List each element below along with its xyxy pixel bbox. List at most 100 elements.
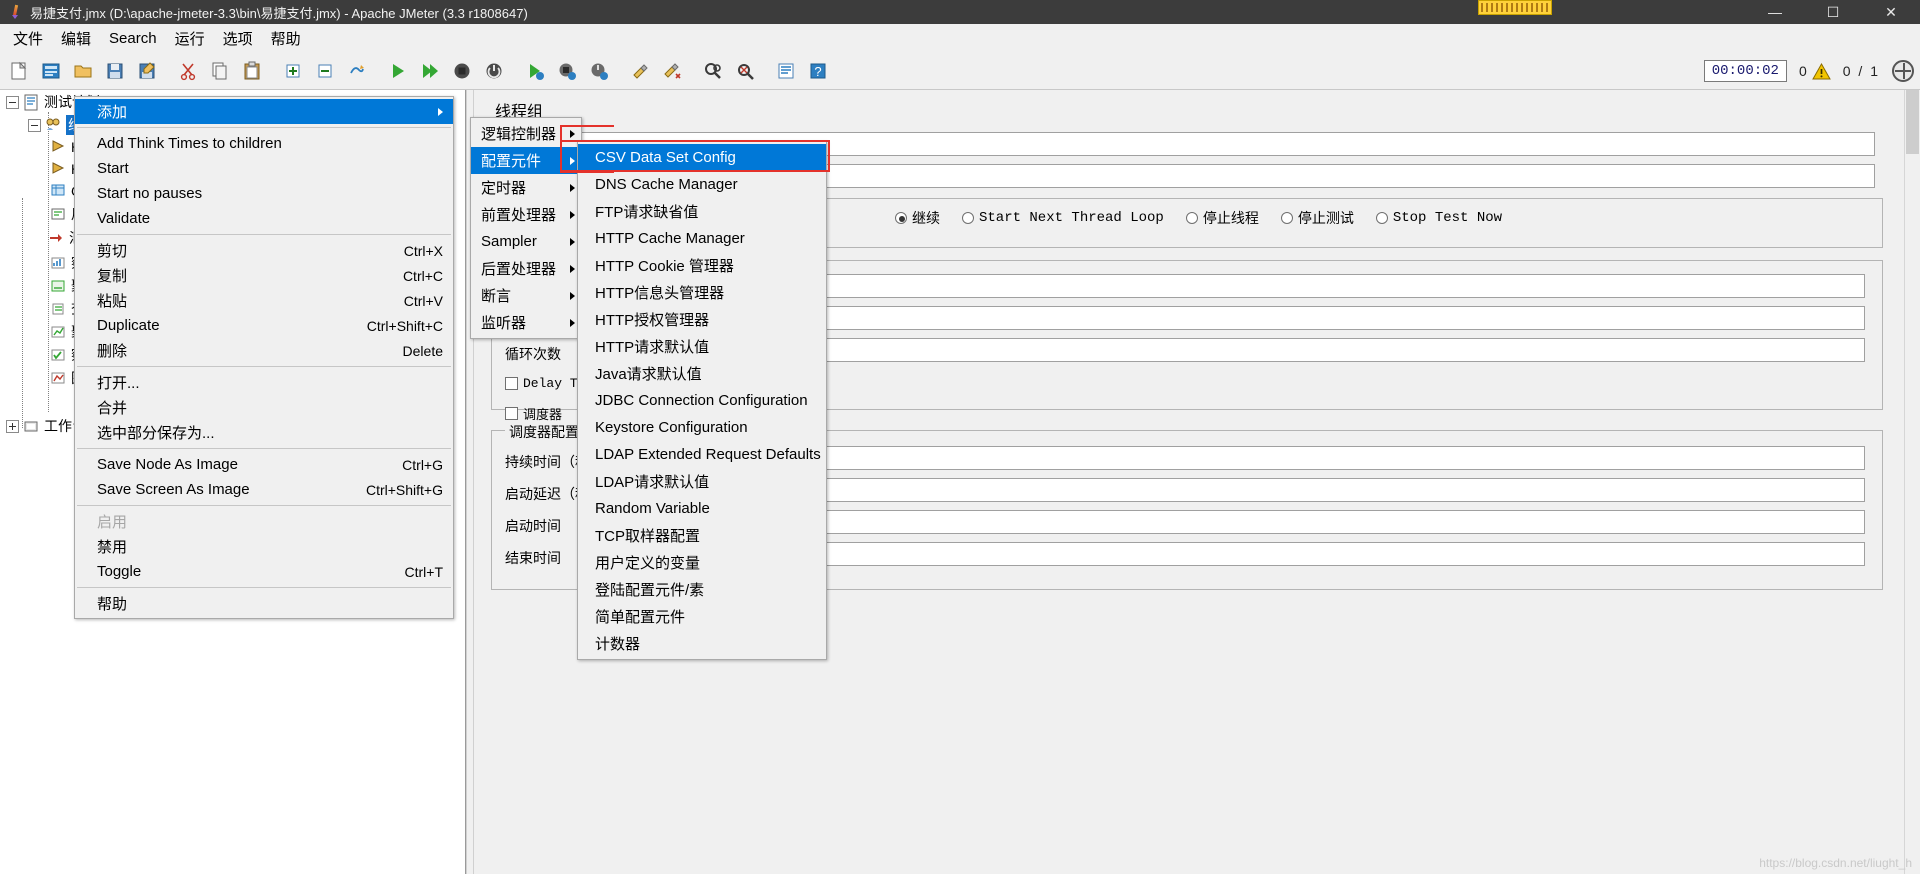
rampup-input[interactable]: 1 (675, 306, 1865, 330)
add-submenu[interactable]: 逻辑控制器 配置元件 定时器 前置处理器 Sampler 后置处理器 断言 监听… (470, 117, 582, 339)
remote-stop-all-icon[interactable] (552, 56, 582, 86)
add-item-timer[interactable]: 定时器 (471, 174, 581, 201)
open-icon[interactable] (68, 56, 98, 86)
config-element-submenu[interactable]: CSV Data Set Config DNS Cache Manager FT… (577, 141, 827, 660)
add-item-config-element[interactable]: 配置元件 (471, 147, 581, 174)
help-icon[interactable]: ? (803, 56, 833, 86)
expander-icon[interactable] (6, 95, 19, 109)
remote-start-all-icon[interactable] (520, 56, 550, 86)
context-item-paste[interactable]: 粘贴 Ctrl+V (75, 288, 453, 313)
save-icon[interactable] (100, 56, 130, 86)
expand-all-icon[interactable] (278, 56, 308, 86)
menu-edit[interactable]: 编辑 (52, 25, 100, 52)
stop-icon[interactable] (447, 56, 477, 86)
add-item-sampler[interactable]: Sampler (471, 228, 581, 255)
tree-context-menu[interactable]: 添加 Add Think Times to children Start Sta… (74, 96, 454, 619)
toggle-icon[interactable] (342, 56, 372, 86)
minimize-button[interactable]: — (1746, 0, 1804, 24)
save-as-icon[interactable] (132, 56, 162, 86)
context-item-duplicate[interactable]: Duplicate Ctrl+Shift+C (75, 313, 453, 338)
scrollbar-thumb[interactable] (1906, 90, 1919, 154)
paste-icon[interactable] (237, 56, 267, 86)
loop-count-input[interactable]: 1 (675, 338, 1865, 362)
maximize-button[interactable]: ☐ (1804, 0, 1862, 24)
add-item-pre-processor[interactable]: 前置处理器 (471, 201, 581, 228)
end-time-input[interactable]: 2019/01/08 10:18:23 (675, 542, 1865, 566)
expander-icon[interactable] (6, 419, 19, 433)
collapse-all-icon[interactable] (310, 56, 340, 86)
config-item-jdbc-connection-configuration[interactable]: JDBC Connection Configuration (578, 387, 826, 414)
start-icon[interactable] (383, 56, 413, 86)
config-item-http-cookie-manager[interactable]: HTTP Cookie 管理器 (578, 252, 826, 279)
config-item-http-authorization-manager[interactable]: HTTP授权管理器 (578, 306, 826, 333)
add-item-logic-controller[interactable]: 逻辑控制器 (471, 120, 581, 147)
clear-all-icon[interactable] (657, 56, 687, 86)
context-item-toggle[interactable]: Toggle Ctrl+T (75, 559, 453, 584)
search-reset-icon[interactable] (730, 56, 760, 86)
context-item-copy[interactable]: 复制 Ctrl+C (75, 263, 453, 288)
clear-icon[interactable] (625, 56, 655, 86)
new-icon[interactable] (4, 56, 34, 86)
radio-stop-thread[interactable]: 停止线程 (1185, 208, 1259, 228)
config-item-simple-config-element[interactable]: 简单配置元件 (578, 603, 826, 630)
remote-shutdown-all-icon[interactable] (584, 56, 614, 86)
config-item-tcp-sampler-config[interactable]: TCP取样器配置 (578, 522, 826, 549)
context-item-start[interactable]: Start (75, 156, 453, 181)
config-item-http-header-manager[interactable]: HTTP信息头管理器 (578, 279, 826, 306)
thread-count-input[interactable]: 1 (675, 274, 1865, 298)
config-item-ldap-extended-request-defaults[interactable]: LDAP Extended Request Defaults (578, 441, 826, 468)
menu-file[interactable]: 文件 (4, 25, 52, 52)
config-item-dns-cache-manager[interactable]: DNS Cache Manager (578, 171, 826, 198)
templates-icon[interactable] (36, 56, 66, 86)
menu-help[interactable]: 帮助 (262, 25, 310, 52)
warning-status[interactable]: 0 (1799, 62, 1831, 80)
startup-delay-input[interactable] (675, 478, 1865, 502)
context-item-save-screen-as-image[interactable]: Save Screen As Image Ctrl+Shift+G (75, 477, 453, 502)
config-item-http-cache-manager[interactable]: HTTP Cache Manager (578, 225, 826, 252)
context-item-delete[interactable]: 删除 Delete (75, 338, 453, 363)
config-item-ftp-request-defaults[interactable]: FTP请求缺省值 (578, 198, 826, 225)
search-icon[interactable] (698, 56, 728, 86)
config-item-random-variable[interactable]: Random Variable (578, 495, 826, 522)
add-item-listener[interactable]: 监听器 (471, 309, 581, 336)
right-panel-scrollbar[interactable] (1904, 90, 1920, 874)
copy-icon[interactable] (205, 56, 235, 86)
radio-stop-test[interactable]: 停止测试 (1280, 208, 1354, 228)
menu-search[interactable]: Search (100, 27, 166, 50)
menu-run[interactable]: 运行 (166, 25, 214, 52)
config-item-keystore-configuration[interactable]: Keystore Configuration (578, 414, 826, 441)
config-item-http-request-defaults[interactable]: HTTP请求默认值 (578, 333, 826, 360)
start-no-pauses-icon[interactable] (415, 56, 445, 86)
menu-options[interactable]: 选项 (214, 25, 262, 52)
radio-stop-test-now[interactable]: Stop Test Now (1375, 210, 1502, 226)
add-item-assertion[interactable]: 断言 (471, 282, 581, 309)
context-item-open[interactable]: 打开... (75, 370, 453, 395)
context-item-save-node-as-image[interactable]: Save Node As Image Ctrl+G (75, 452, 453, 477)
scheduler-check[interactable]: 调度器 (505, 404, 562, 423)
config-item-counter[interactable]: 计数器 (578, 630, 826, 657)
config-item-java-request-defaults[interactable]: Java请求默认值 (578, 360, 826, 387)
context-item-add-think-times[interactable]: Add Think Times to children (75, 131, 453, 156)
context-item-disable[interactable]: 禁用 (75, 534, 453, 559)
close-button[interactable]: ✕ (1862, 0, 1920, 24)
config-item-login-config-element[interactable]: 登陆配置元件/素 (578, 576, 826, 603)
radio-continue[interactable]: 继续 (895, 208, 940, 228)
config-item-ldap-request-defaults[interactable]: LDAP请求默认值 (578, 468, 826, 495)
context-item-start-no-pauses[interactable]: Start no pauses (75, 181, 453, 206)
globe-icon[interactable] (1892, 60, 1914, 82)
context-item-cut[interactable]: 剪切 Ctrl+X (75, 238, 453, 263)
context-item-add[interactable]: 添加 (75, 99, 453, 124)
function-helper-icon[interactable] (771, 56, 801, 86)
context-item-validate[interactable]: Validate (75, 206, 453, 231)
context-item-merge[interactable]: 合并 (75, 395, 453, 420)
add-item-post-processor[interactable]: 后置处理器 (471, 255, 581, 282)
shutdown-icon[interactable] (479, 56, 509, 86)
config-item-user-defined-variables[interactable]: 用户定义的变量 (578, 549, 826, 576)
context-item-save-selection-as[interactable]: 选中部分保存为... (75, 420, 453, 445)
cut-icon[interactable] (173, 56, 203, 86)
start-time-input[interactable]: 2019/01/08 10:18:23 (675, 510, 1865, 534)
duration-input[interactable] (675, 446, 1865, 470)
context-item-help[interactable]: 帮助 (75, 591, 453, 616)
expander-icon[interactable] (28, 118, 41, 132)
radio-start-next-thread-loop[interactable]: Start Next Thread Loop (962, 210, 1164, 226)
